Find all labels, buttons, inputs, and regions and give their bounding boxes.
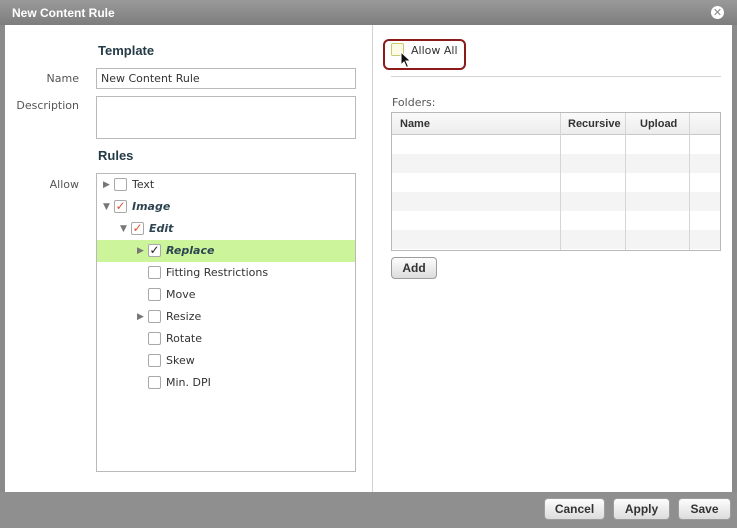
close-icon[interactable]: ✕ [711, 6, 724, 19]
tree-item[interactable]: Skew [97, 350, 355, 372]
separator-line [391, 76, 721, 77]
expanded-arrow-icon[interactable]: ▼ [103, 201, 112, 213]
tree-item-checkbox[interactable]: ✓ [148, 244, 161, 257]
cancel-button[interactable]: Cancel [544, 498, 605, 520]
column-divider [689, 113, 690, 250]
grid-row[interactable] [392, 211, 720, 230]
pane-divider [372, 25, 373, 492]
tree-item-checkbox[interactable] [148, 310, 161, 323]
apply-button[interactable]: Apply [613, 498, 670, 520]
add-folder-button[interactable]: Add [391, 257, 437, 279]
column-divider [625, 113, 626, 250]
tree-item-checkbox[interactable] [148, 354, 161, 367]
dialog-title: New Content Rule [12, 6, 115, 20]
tree-item-checkbox[interactable]: ✓ [114, 200, 127, 213]
grid-header: Name Recursive Upload [392, 113, 720, 135]
tree-item[interactable]: ▶ Text [97, 174, 355, 196]
mouse-pointer-icon [400, 51, 412, 69]
tree-item-label: Edit [149, 222, 174, 235]
tree-item-label: Resize [166, 310, 202, 323]
tree-item-checkbox[interactable] [148, 332, 161, 345]
grid-row[interactable] [392, 135, 720, 154]
expanded-arrow-icon[interactable]: ▼ [120, 223, 129, 235]
tree-item-label: Move [166, 288, 196, 301]
name-label: Name [46, 72, 79, 85]
dialog-body: Template Name Description Rules Allow ▶ T… [5, 25, 732, 492]
allow-all-label[interactable]: Allow All [411, 44, 458, 57]
tree-item-label: Replace [166, 244, 215, 257]
tree-item-checkbox[interactable] [148, 376, 161, 389]
tree-item[interactable]: ▶ ✓ Replace [97, 240, 355, 262]
allow-label: Allow [49, 178, 79, 191]
tree-item-checkbox[interactable] [148, 266, 161, 279]
grid-row[interactable] [392, 230, 720, 249]
grid-row[interactable] [392, 173, 720, 192]
tree-item-label: Fitting Restrictions [166, 266, 269, 279]
rules-tree[interactable]: ▶ Text ▼ ✓ Image ▼ ✓ Edit ▶ ✓ Replace Fitting Restr… [96, 173, 356, 472]
tree-item[interactable]: ▶ Resize [97, 306, 355, 328]
tree-item[interactable]: Fitting Restrictions [97, 262, 355, 284]
tree-item-label: Skew [166, 354, 195, 367]
tree-item-label: Text [132, 178, 155, 191]
tree-item[interactable]: ▼ ✓ Image [97, 196, 355, 218]
save-button[interactable]: Save [678, 498, 731, 520]
tree-item[interactable]: Move [97, 284, 355, 306]
column-divider [560, 113, 561, 250]
tree-item-checkbox[interactable]: ✓ [131, 222, 144, 235]
tree-item-checkbox[interactable] [148, 288, 161, 301]
description-field[interactable] [96, 96, 356, 139]
dialog-footer: Cancel Apply Save [0, 492, 737, 528]
collapsed-arrow-icon[interactable]: ▶ [137, 311, 146, 323]
title-bar[interactable]: New Content Rule ✕ [0, 0, 737, 25]
name-field[interactable] [96, 68, 356, 89]
collapsed-arrow-icon[interactable]: ▶ [137, 245, 146, 257]
column-header-recursive[interactable]: Recursive [568, 118, 621, 130]
column-header-upload[interactable]: Upload [640, 118, 677, 130]
tree-item-label: Min. DPI [166, 376, 211, 389]
tree-item[interactable]: ▼ ✓ Edit [97, 218, 355, 240]
tree-item[interactable]: Min. DPI [97, 372, 355, 394]
tree-item-checkbox[interactable] [114, 178, 127, 191]
collapsed-arrow-icon[interactable]: ▶ [103, 179, 112, 191]
tree-item[interactable]: Rotate [97, 328, 355, 350]
new-content-rule-dialog: New Content Rule ✕ Template Name Descrip… [0, 0, 737, 528]
folders-grid[interactable]: Name Recursive Upload [391, 112, 721, 251]
template-heading: Template [98, 43, 155, 58]
grid-row[interactable] [392, 154, 720, 173]
rules-heading: Rules [98, 148, 134, 163]
folders-label: Folders: [392, 96, 436, 109]
grid-row[interactable] [392, 192, 720, 211]
column-header-name[interactable]: Name [400, 118, 430, 130]
tree-item-label: Image [132, 200, 171, 213]
tree-item-label: Rotate [166, 332, 203, 345]
description-label: Description [16, 99, 79, 112]
